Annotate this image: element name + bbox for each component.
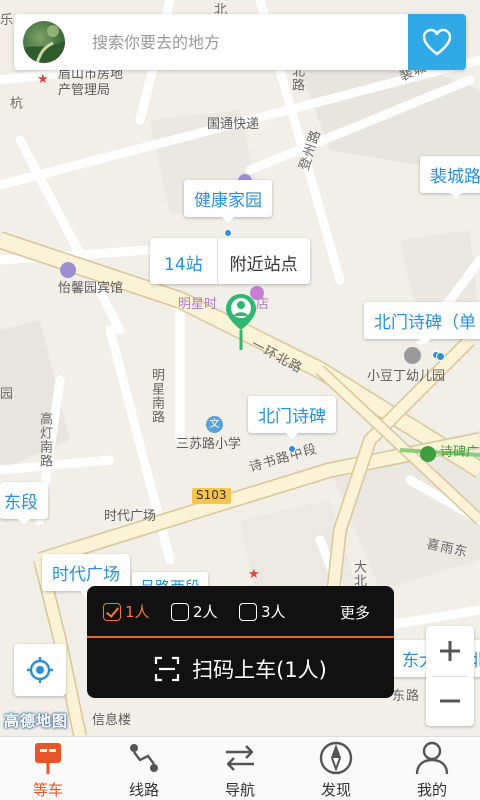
poi-label: 小豆丁幼儿园 [367, 369, 446, 384]
poi-label: 时代广场 [104, 509, 157, 524]
poi-label: 产管理局 [58, 83, 111, 98]
checkbox-icon [171, 602, 189, 621]
passenger-option-label: 3人 [261, 603, 286, 621]
scan-icon [155, 656, 180, 682]
avatar[interactable] [23, 21, 65, 63]
passenger-option-label: 1人 [125, 603, 150, 621]
passenger-option-2[interactable]: 2人 [171, 601, 218, 622]
highway-shield: S103 [192, 488, 231, 504]
locate-icon [27, 657, 53, 683]
poi-label: 园 [0, 387, 14, 402]
svg-text:★: ★ [248, 567, 260, 582]
nav-item-routes[interactable]: 线路 [96, 737, 192, 800]
station-dot[interactable] [436, 352, 445, 361]
search-bar [14, 14, 466, 70]
kindergarten-icon [404, 347, 421, 364]
zoom-control [426, 626, 474, 726]
user-location-pin-icon [226, 294, 256, 350]
poi-label: 信息楼 [92, 713, 132, 728]
nav-item-navigation[interactable]: 导航 [192, 737, 288, 800]
map-logo: 高德地图 [4, 712, 69, 730]
nav-label: 导航 [224, 781, 255, 799]
road-label: 东路 [392, 689, 421, 704]
nav-label: 发现 [320, 781, 351, 799]
station-callout[interactable]: 东段 [0, 482, 48, 525]
road-label: 乐 [0, 13, 14, 28]
nav-label: 等车 [32, 781, 63, 799]
avatar-image [23, 25, 65, 63]
checkbox-icon [239, 602, 257, 621]
hotel-icon [60, 262, 76, 278]
park-icon [420, 446, 436, 462]
zoom-in-button[interactable] [426, 626, 474, 676]
nav-label: 线路 [128, 781, 159, 799]
heart-icon [422, 28, 452, 56]
scan-panel: 1人 2人 3人 更多 扫码上车(1人) [87, 586, 394, 698]
passenger-option-1[interactable]: 1人 [103, 601, 150, 622]
school-icon: 文 [206, 416, 223, 433]
poi-label: 明星时 [178, 297, 218, 312]
bus-stop-icon [35, 743, 61, 774]
route-icon [130, 744, 158, 772]
station-callout[interactable]: 裴城路 [420, 156, 480, 199]
poi-label: 国通快递 [207, 117, 260, 132]
svg-text:★: ★ [37, 72, 49, 87]
navigation-arrows-icon [226, 745, 254, 771]
passenger-count-row: 1人 2人 3人 更多 [87, 586, 394, 638]
station-name: 东段 [4, 493, 38, 513]
compass-icon [319, 741, 353, 775]
user-icon [415, 741, 449, 775]
station-name: 北门诗碑（单 [374, 313, 476, 333]
passenger-option-3[interactable]: 3人 [239, 601, 286, 622]
more-options-button[interactable]: 更多 [340, 602, 370, 623]
passenger-option-label: 2人 [193, 603, 218, 621]
scan-to-board-button[interactable]: 扫码上车(1人) [87, 640, 394, 698]
station-callout[interactable]: 北门诗碑（单 [364, 302, 480, 359]
station-name: 裴城路 [430, 167, 480, 187]
station-info-popup: 14站 附近站点 [150, 238, 310, 284]
station-name: 健康家园 [194, 191, 262, 211]
poi-label: 眉山市房地 [58, 67, 124, 82]
favorites-button[interactable] [408, 14, 466, 70]
minus-icon [440, 699, 460, 703]
road-label: 大北 [350, 560, 366, 588]
station-count[interactable]: 14站 [150, 238, 218, 284]
road-label: 高灯南路 [36, 412, 52, 468]
road-label: 杭 [6, 96, 22, 111]
station-name: 北门诗碑 [258, 407, 326, 427]
scan-button-label: 扫码上车(1人) [192, 658, 327, 682]
poi-label: 怡馨园宾馆 [58, 281, 124, 296]
nav-item-discover[interactable]: 发现 [288, 737, 384, 800]
search-input[interactable] [92, 24, 402, 60]
locate-button[interactable] [14, 644, 66, 696]
nearby-stations-button[interactable]: 附近站点 [218, 238, 310, 284]
station-callout[interactable]: 北门诗碑 [248, 396, 336, 453]
nav-item-profile[interactable]: 我的 [384, 737, 480, 800]
plus-icon [440, 641, 460, 661]
station-dot [288, 445, 296, 453]
nav-item-wait-bus[interactable]: 等车 [0, 737, 96, 800]
checkbox-icon [103, 602, 121, 621]
station-name: 时代广场 [52, 565, 120, 585]
poi-label: 诗碑广 [440, 445, 480, 460]
station-callout[interactable]: 健康家园 [184, 180, 272, 237]
poi-label: 三苏路小学 [176, 437, 242, 452]
road-label: 明星南路 [148, 368, 164, 424]
bottom-nav: 等车 线路 导航 发现 我的 [0, 736, 480, 800]
zoom-out-button[interactable] [426, 676, 474, 726]
station-dot [224, 229, 232, 237]
nav-label: 我的 [416, 781, 447, 799]
